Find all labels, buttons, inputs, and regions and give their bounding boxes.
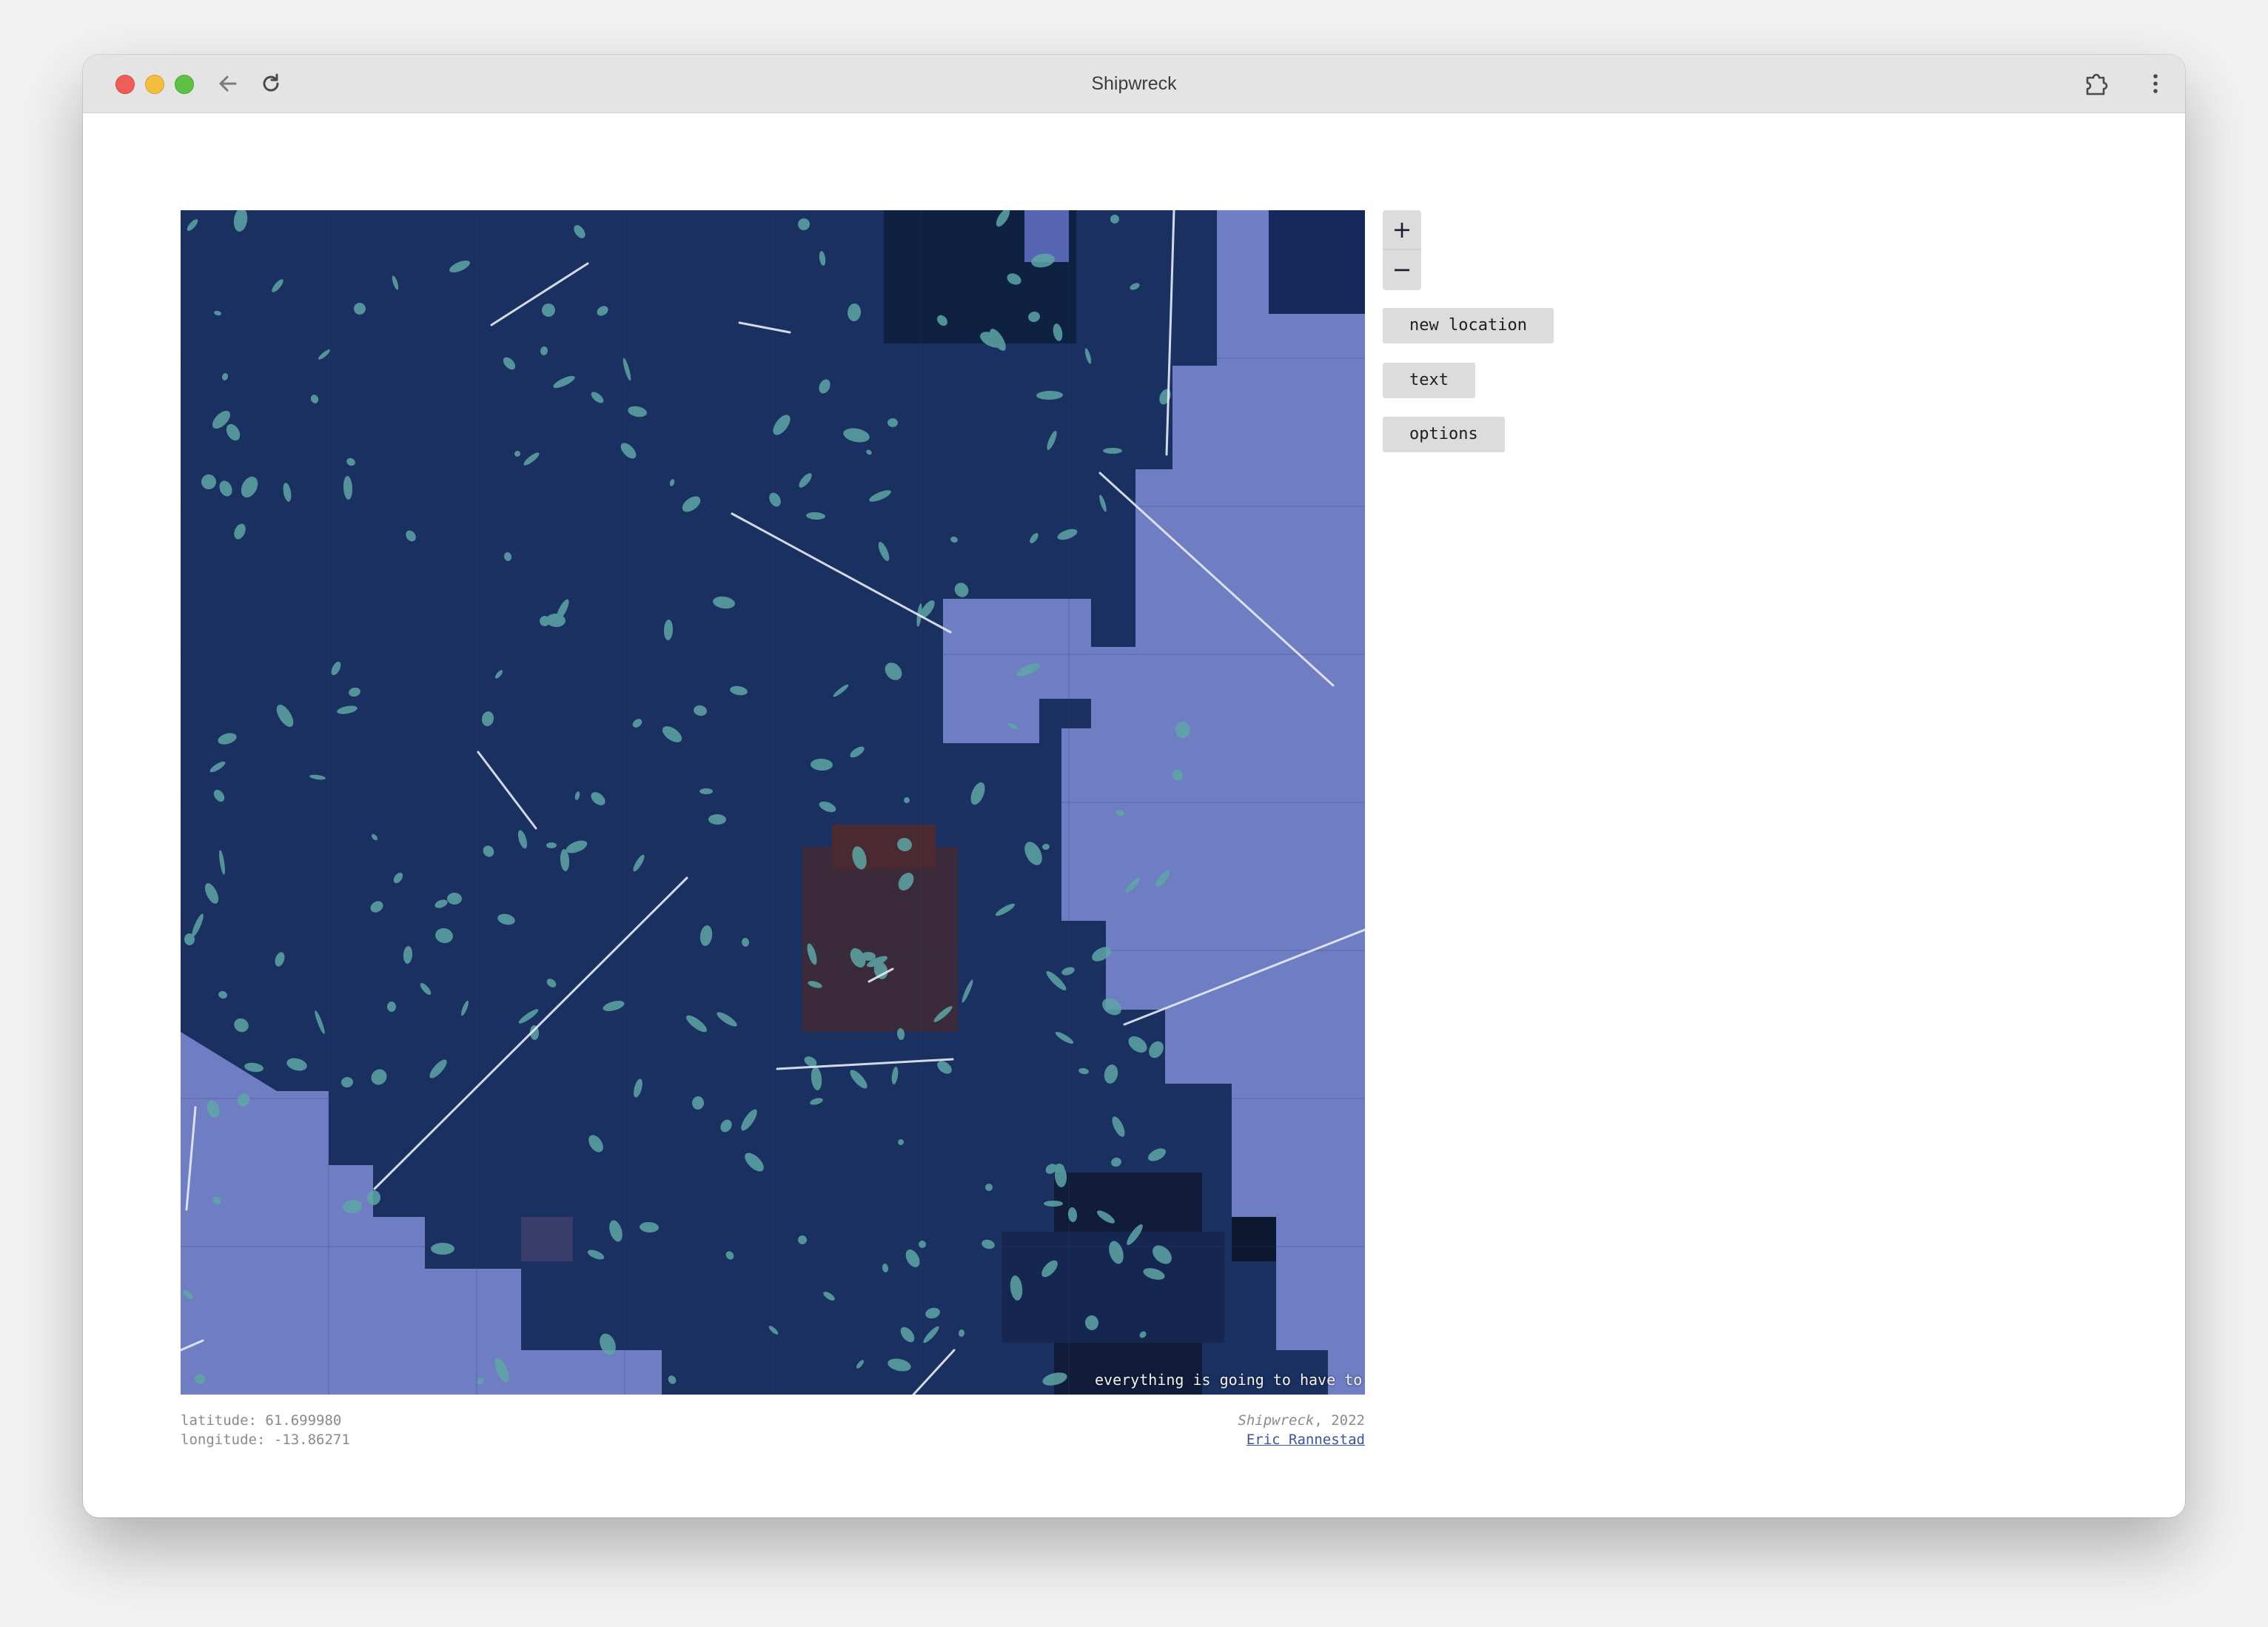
title-bar: Shipwreck xyxy=(83,55,2185,113)
work-title: Shipwreck xyxy=(1238,1412,1315,1429)
author-link[interactable]: Eric Rannestad xyxy=(1247,1432,1365,1448)
longitude-readout: longitude: -13.86271 xyxy=(181,1432,350,1448)
zoom-out-button[interactable]: − xyxy=(1383,250,1421,289)
new-location-button[interactable]: new location xyxy=(1383,308,1554,343)
latitude-readout: latitude: 61.699980 xyxy=(181,1412,342,1429)
coordinates-readout: latitude: 61.699980 longitude: -13.86271 xyxy=(181,1411,350,1449)
work-credit: Shipwreck, 2022 xyxy=(1238,1411,1365,1430)
satellite-map[interactable]: everything is going to have to undefined xyxy=(181,210,1365,1395)
map-overlay-text: everything is going to have to xyxy=(1095,1371,1363,1389)
options-button[interactable]: options xyxy=(1383,417,1505,452)
more-menu-icon[interactable] xyxy=(2141,69,2170,98)
extensions-puzzle-icon[interactable] xyxy=(2081,69,2111,98)
zoom-control: + − xyxy=(1383,210,1421,290)
window-title: Shipwreck xyxy=(1091,73,1177,94)
text-button[interactable]: text xyxy=(1383,363,1475,398)
zoom-in-button[interactable]: + xyxy=(1383,210,1421,250)
work-year: , 2022 xyxy=(1314,1412,1365,1429)
credits: Shipwreck, 2022 Eric Rannestad xyxy=(1238,1411,1365,1449)
browser-window: Shipwreck everything is going to have to… xyxy=(83,55,2185,1517)
